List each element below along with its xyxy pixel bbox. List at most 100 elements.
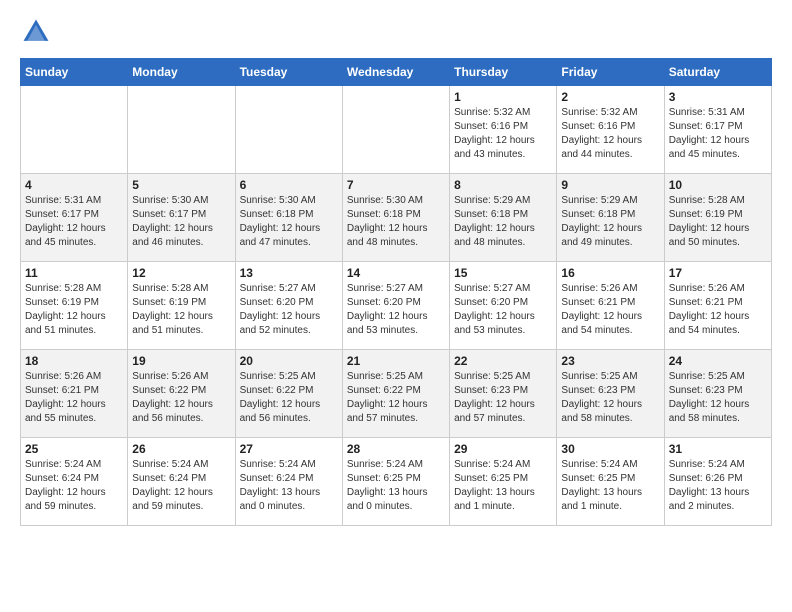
logo-icon [20, 16, 52, 48]
calendar-cell: 28 Sunrise: 5:24 AM Sunset: 6:25 PM Dayli… [342, 438, 449, 526]
calendar-cell: 30 Sunrise: 5:24 AM Sunset: 6:25 PM Dayli… [557, 438, 664, 526]
calendar-cell: 19 Sunrise: 5:26 AM Sunset: 6:22 PM Dayli… [128, 350, 235, 438]
day-number: 9 [561, 178, 659, 192]
day-info: Sunrise: 5:27 AM Sunset: 6:20 PM Dayligh… [454, 282, 552, 338]
calendar-cell: 18Sunrise: 5:26 AM Sunset: 6:21 PM Dayli… [21, 350, 128, 438]
day-info: Sunrise: 5:28 AM Sunset: 6:19 PM Dayligh… [669, 194, 767, 250]
calendar-cell: 16 Sunrise: 5:26 AM Sunset: 6:21 PM Dayli… [557, 262, 664, 350]
day-info: Sunrise: 5:24 AM Sunset: 6:24 PM Dayligh… [240, 458, 338, 514]
header [20, 16, 772, 48]
day-info: Sunrise: 5:24 AM Sunset: 6:25 PM Dayligh… [454, 458, 552, 514]
header-day-monday: Monday [128, 59, 235, 86]
day-info: Sunrise: 5:25 AM Sunset: 6:22 PM Dayligh… [240, 370, 338, 426]
day-number: 4 [25, 178, 123, 192]
day-number: 10 [669, 178, 767, 192]
header-day-tuesday: Tuesday [235, 59, 342, 86]
calendar-cell: 27Sunrise: 5:24 AM Sunset: 6:24 PM Dayli… [235, 438, 342, 526]
day-number: 8 [454, 178, 552, 192]
day-number: 30 [561, 442, 659, 456]
day-info: Sunrise: 5:25 AM Sunset: 6:23 PM Dayligh… [454, 370, 552, 426]
calendar-cell: 25 Sunrise: 5:24 AM Sunset: 6:24 PM Dayli… [21, 438, 128, 526]
day-number: 28 [347, 442, 445, 456]
week-row-4: 18Sunrise: 5:26 AM Sunset: 6:21 PM Dayli… [21, 350, 772, 438]
calendar-cell: 8 Sunrise: 5:29 AM Sunset: 6:18 PM Daylig… [450, 174, 557, 262]
calendar-cell: 14 Sunrise: 5:27 AM Sunset: 6:20 PM Dayli… [342, 262, 449, 350]
day-info: Sunrise: 5:25 AM Sunset: 6:22 PM Dayligh… [347, 370, 445, 426]
day-info: Sunrise: 5:29 AM Sunset: 6:18 PM Dayligh… [454, 194, 552, 250]
day-number: 23 [561, 354, 659, 368]
day-info: Sunrise: 5:27 AM Sunset: 6:20 PM Dayligh… [347, 282, 445, 338]
calendar-cell: 3Sunrise: 5:31 AM Sunset: 6:17 PM Daylig… [664, 86, 771, 174]
calendar-cell [128, 86, 235, 174]
calendar-cell: 9 Sunrise: 5:29 AM Sunset: 6:18 PM Daylig… [557, 174, 664, 262]
calendar-cell [21, 86, 128, 174]
day-info: Sunrise: 5:24 AM Sunset: 6:26 PM Dayligh… [669, 458, 767, 514]
calendar-cell: 13Sunrise: 5:27 AM Sunset: 6:20 PM Dayli… [235, 262, 342, 350]
day-info: Sunrise: 5:26 AM Sunset: 6:22 PM Dayligh… [132, 370, 230, 426]
calendar-cell: 10 Sunrise: 5:28 AM Sunset: 6:19 PM Dayli… [664, 174, 771, 262]
day-info: Sunrise: 5:31 AM Sunset: 6:17 PM Dayligh… [669, 106, 767, 162]
day-info: Sunrise: 5:24 AM Sunset: 6:24 PM Dayligh… [132, 458, 230, 514]
day-info: Sunrise: 5:26 AM Sunset: 6:21 PM Dayligh… [669, 282, 767, 338]
day-number: 17 [669, 266, 767, 280]
day-info: Sunrise: 5:26 AM Sunset: 6:21 PM Dayligh… [561, 282, 659, 338]
day-info: Sunrise: 5:26 AM Sunset: 6:21 PM Dayligh… [25, 370, 123, 426]
day-info: Sunrise: 5:29 AM Sunset: 6:18 PM Dayligh… [561, 194, 659, 250]
calendar-cell: 17 Sunrise: 5:26 AM Sunset: 6:21 PM Dayli… [664, 262, 771, 350]
day-number: 14 [347, 266, 445, 280]
day-info: Sunrise: 5:24 AM Sunset: 6:24 PM Dayligh… [25, 458, 123, 514]
calendar-cell: 31 Sunrise: 5:24 AM Sunset: 6:26 PM Dayli… [664, 438, 771, 526]
day-number: 7 [347, 178, 445, 192]
calendar-header: SundayMondayTuesdayWednesdayThursdayFrid… [21, 59, 772, 86]
day-info: Sunrise: 5:28 AM Sunset: 6:19 PM Dayligh… [132, 282, 230, 338]
day-number: 31 [669, 442, 767, 456]
calendar-cell: 11Sunrise: 5:28 AM Sunset: 6:19 PM Dayli… [21, 262, 128, 350]
calendar-cell [235, 86, 342, 174]
day-info: Sunrise: 5:30 AM Sunset: 6:17 PM Dayligh… [132, 194, 230, 250]
day-info: Sunrise: 5:24 AM Sunset: 6:25 PM Dayligh… [561, 458, 659, 514]
calendar-body: 1Sunrise: 5:32 AM Sunset: 6:16 PM Daylig… [21, 86, 772, 526]
calendar-page: SundayMondayTuesdayWednesdayThursdayFrid… [0, 0, 792, 542]
day-info: Sunrise: 5:32 AM Sunset: 6:16 PM Dayligh… [454, 106, 552, 162]
week-row-5: 25 Sunrise: 5:24 AM Sunset: 6:24 PM Dayli… [21, 438, 772, 526]
calendar-cell: 21 Sunrise: 5:25 AM Sunset: 6:22 PM Dayli… [342, 350, 449, 438]
day-number: 16 [561, 266, 659, 280]
day-number: 19 [132, 354, 230, 368]
calendar-cell: 20 Sunrise: 5:25 AM Sunset: 6:22 PM Dayli… [235, 350, 342, 438]
calendar-cell: 5Sunrise: 5:30 AM Sunset: 6:17 PM Daylig… [128, 174, 235, 262]
day-number: 24 [669, 354, 767, 368]
week-row-1: 1Sunrise: 5:32 AM Sunset: 6:16 PM Daylig… [21, 86, 772, 174]
calendar-cell: 15Sunrise: 5:27 AM Sunset: 6:20 PM Dayli… [450, 262, 557, 350]
day-number: 6 [240, 178, 338, 192]
day-number: 12 [132, 266, 230, 280]
day-info: Sunrise: 5:30 AM Sunset: 6:18 PM Dayligh… [240, 194, 338, 250]
calendar-cell: 4 Sunrise: 5:31 AM Sunset: 6:17 PM Daylig… [21, 174, 128, 262]
header-day-friday: Friday [557, 59, 664, 86]
day-number: 22 [454, 354, 552, 368]
calendar-table: SundayMondayTuesdayWednesdayThursdayFrid… [20, 58, 772, 526]
days-header-row: SundayMondayTuesdayWednesdayThursdayFrid… [21, 59, 772, 86]
day-info: Sunrise: 5:30 AM Sunset: 6:18 PM Dayligh… [347, 194, 445, 250]
calendar-cell: 23 Sunrise: 5:25 AM Sunset: 6:23 PM Dayli… [557, 350, 664, 438]
header-day-saturday: Saturday [664, 59, 771, 86]
day-info: Sunrise: 5:25 AM Sunset: 6:23 PM Dayligh… [561, 370, 659, 426]
week-row-3: 11 Sunrise: 5:28 AM Sunset: 6:19 PM Dayli… [21, 262, 772, 350]
day-info: Sunrise: 5:31 AM Sunset: 6:17 PM Dayligh… [25, 194, 123, 250]
week-row-2: 4 Sunrise: 5:31 AM Sunset: 6:17 PM Daylig… [21, 174, 772, 262]
day-number: 26 [132, 442, 230, 456]
header-day-wednesday: Wednesday [342, 59, 449, 86]
day-number: 11 [25, 266, 123, 280]
calendar-cell: 29Sunrise: 5:24 AM Sunset: 6:25 PM Dayli… [450, 438, 557, 526]
calendar-cell: 1Sunrise: 5:32 AM Sunset: 6:16 PM Daylig… [450, 86, 557, 174]
calendar-cell: 24Sunrise: 5:25 AM Sunset: 6:23 PM Dayli… [664, 350, 771, 438]
day-info: Sunrise: 5:32 AM Sunset: 6:16 PM Dayligh… [561, 106, 659, 162]
calendar-cell: 26 Sunrise: 5:24 AM Sunset: 6:24 PM Dayli… [128, 438, 235, 526]
calendar-cell: 7 Sunrise: 5:30 AM Sunset: 6:18 PM Daylig… [342, 174, 449, 262]
header-day-thursday: Thursday [450, 59, 557, 86]
calendar-cell: 2Sunrise: 5:32 AM Sunset: 6:16 PM Daylig… [557, 86, 664, 174]
day-number: 25 [25, 442, 123, 456]
day-number: 20 [240, 354, 338, 368]
day-number: 21 [347, 354, 445, 368]
day-info: Sunrise: 5:24 AM Sunset: 6:25 PM Dayligh… [347, 458, 445, 514]
header-day-sunday: Sunday [21, 59, 128, 86]
